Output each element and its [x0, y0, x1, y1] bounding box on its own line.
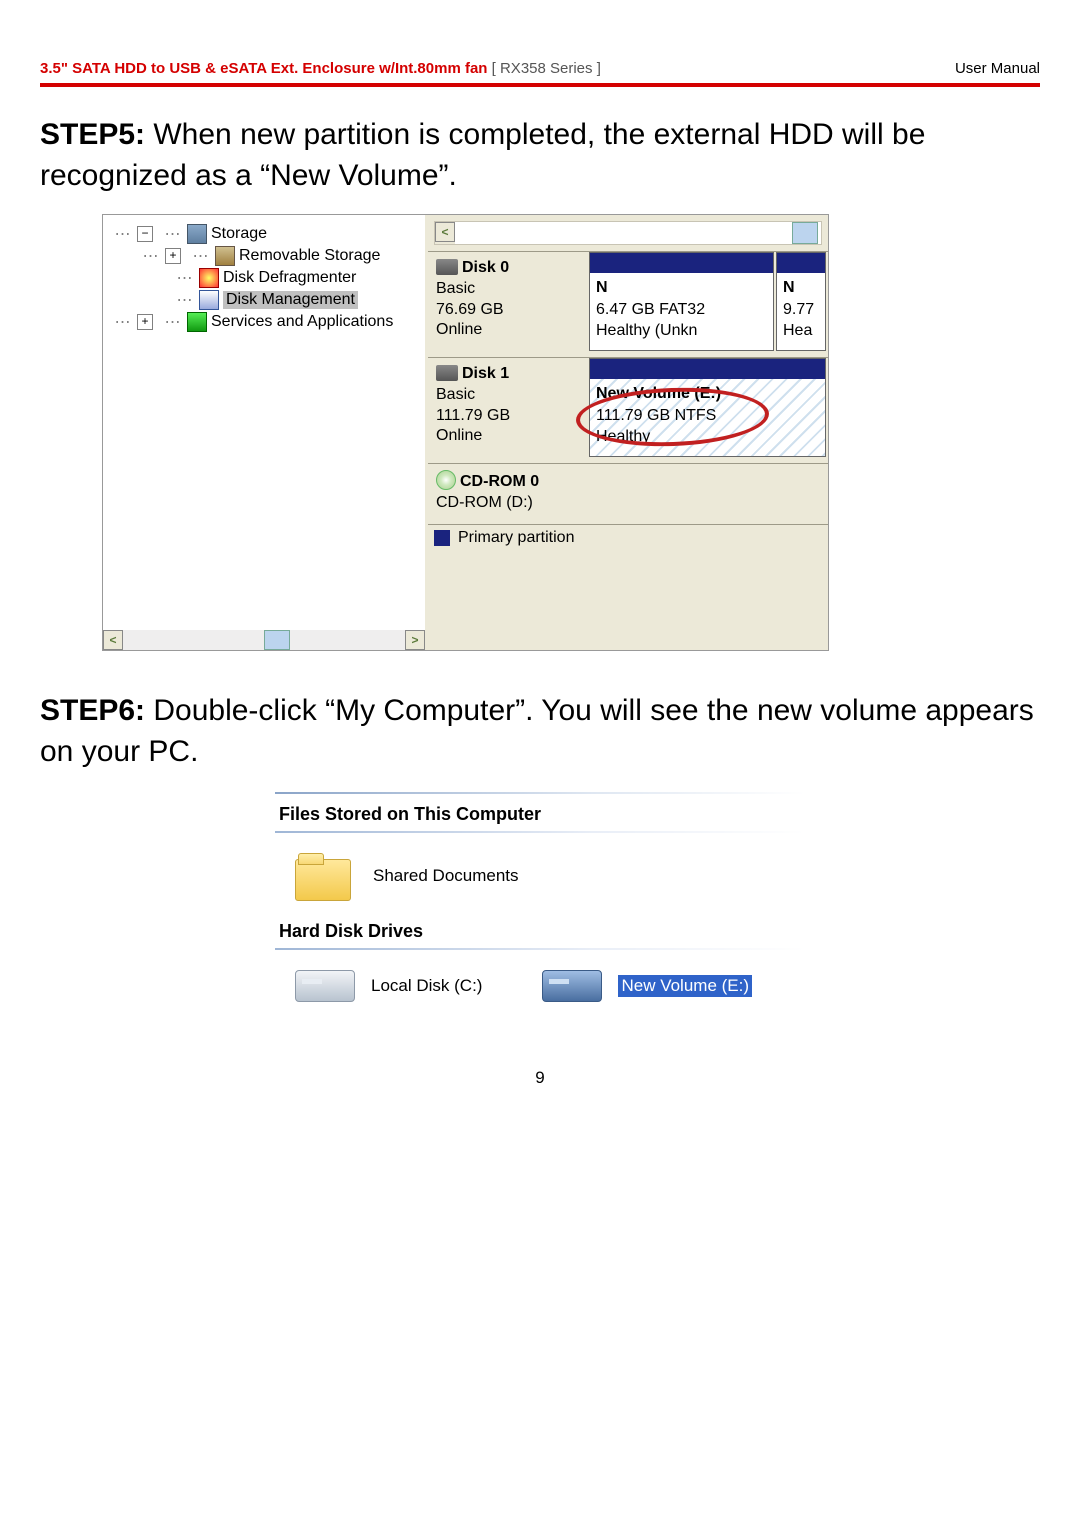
tree-services[interactable]: ⋯+⋯ Services and Applications	[107, 311, 421, 333]
disk0-type: Basic	[436, 279, 581, 300]
disk-management-icon	[199, 290, 219, 310]
tree-removable-label: Removable Storage	[239, 247, 380, 265]
header-title: 3.5" SATA HDD to USB & eSATA Ext. Enclos…	[40, 60, 487, 77]
scroll-left-icon[interactable]: <	[435, 222, 455, 242]
step5-paragraph: STEP5: When new partition is completed, …	[40, 115, 1040, 196]
folder-icon	[295, 853, 349, 899]
screenshot-disk-management: ⋯−⋯ Storage ⋯+⋯ Removable Storage ⋯ Disk…	[102, 214, 829, 651]
disk1-p1-size: 111.79 GB NTFS	[596, 405, 819, 427]
disk1-partition1[interactable]: New Volume (E:) 111.79 GB NTFS Healthy	[589, 358, 826, 457]
defragmenter-icon	[199, 268, 219, 288]
legend-swatch	[434, 530, 450, 546]
shared-documents-item[interactable]: Shared Documents	[275, 847, 805, 919]
tree-defragmenter[interactable]: ⋯ Disk Defragmenter	[107, 267, 421, 289]
disk0-p2-size: 9.77	[783, 299, 819, 321]
scroll-thumb[interactable]	[264, 630, 290, 650]
storage-icon	[187, 224, 207, 244]
tree-storage[interactable]: ⋯−⋯ Storage	[107, 223, 421, 245]
disk0-partition1[interactable]: N 6.47 GB FAT32 Healthy (Unkn	[589, 252, 774, 351]
disk1-status: Online	[436, 426, 581, 447]
drive-icon	[542, 970, 602, 1002]
cdrom-meta: CD-ROM 0 CD-ROM (D:)	[428, 464, 828, 524]
cdrom-icon	[436, 470, 456, 490]
disk1-type: Basic	[436, 385, 581, 406]
disk0-p2-name: N	[783, 277, 819, 299]
disk0-size: 76.69 GB	[436, 300, 581, 321]
disk-list-pane: < Disk 0 Basic 76.69 GB Online N	[428, 215, 828, 650]
tree-services-label: Services and Applications	[211, 313, 393, 331]
scroll-thumb[interactable]	[792, 222, 818, 244]
new-volume-item[interactable]: New Volume (E:)	[542, 970, 752, 1002]
cdrom-title: CD-ROM 0	[460, 473, 539, 490]
page-number: 9	[40, 1068, 1040, 1088]
legend: Primary partition	[428, 524, 828, 551]
disk1-title: Disk 1	[462, 365, 509, 382]
header-rule	[40, 83, 1040, 87]
section-hard-disk-drives: Hard Disk Drives	[275, 919, 805, 948]
disk1-row: Disk 1 Basic 111.79 GB Online New Volume…	[428, 357, 828, 463]
tree-pane: ⋯−⋯ Storage ⋯+⋯ Removable Storage ⋯ Disk…	[103, 215, 428, 650]
page-header: 3.5" SATA HDD to USB & eSATA Ext. Enclos…	[40, 60, 1040, 77]
header-right: User Manual	[955, 60, 1040, 77]
drive-icon	[295, 970, 355, 1002]
disk1-p1-status: Healthy	[596, 426, 819, 448]
step6-label: STEP6:	[40, 694, 145, 727]
disk0-meta: Disk 0 Basic 76.69 GB Online	[428, 252, 589, 357]
tree-defrag-label: Disk Defragmenter	[223, 269, 356, 287]
tree-storage-label: Storage	[211, 225, 267, 243]
step5-label: STEP5:	[40, 118, 145, 151]
disk-icon	[436, 365, 458, 381]
new-volume-label: New Volume (E:)	[618, 975, 752, 997]
step6-paragraph: STEP6: Double-click “My Computer”. You w…	[40, 691, 1040, 772]
step5-text: When new partition is completed, the ext…	[40, 118, 925, 192]
disk-icon	[436, 259, 458, 275]
removable-storage-icon	[215, 246, 235, 266]
legend-label: Primary partition	[458, 529, 574, 547]
disk0-p1-status: Healthy (Unkn	[596, 320, 767, 342]
step6-text: Double-click “My Computer”. You will see…	[40, 694, 1034, 768]
disk1-size: 111.79 GB	[436, 406, 581, 427]
disk0-p1-size: 6.47 GB FAT32	[596, 299, 767, 321]
cdrom-letter: CD-ROM (D:)	[436, 493, 820, 514]
disk0-p1-name: N	[596, 277, 767, 299]
services-icon	[187, 312, 207, 332]
cdrom-row: CD-ROM 0 CD-ROM (D:)	[428, 463, 828, 524]
disk0-row: Disk 0 Basic 76.69 GB Online N 6.47 GB F…	[428, 251, 828, 357]
header-series: [ RX358 Series ]	[492, 60, 601, 77]
section-files-stored: Files Stored on This Computer	[275, 802, 805, 831]
shared-documents-label: Shared Documents	[373, 866, 519, 886]
scroll-left-icon[interactable]: <	[103, 630, 123, 650]
tree-removable-storage[interactable]: ⋯+⋯ Removable Storage	[107, 245, 421, 267]
tree-scrollbar[interactable]: < >	[103, 629, 425, 650]
scroll-track[interactable]	[123, 630, 405, 650]
disk0-p2-status: Hea	[783, 320, 819, 342]
screenshot-my-computer: Files Stored on This Computer Shared Doc…	[275, 792, 805, 1022]
scroll-right-icon[interactable]: >	[405, 630, 425, 650]
disk1-p1-name: New Volume (E:)	[596, 383, 819, 405]
tree-mgmt-label: Disk Management	[223, 291, 358, 309]
local-disk-item[interactable]: Local Disk (C:)	[295, 970, 482, 1002]
tree-disk-management[interactable]: ⋯ Disk Management	[107, 289, 421, 311]
top-scrollbar[interactable]: <	[434, 221, 822, 245]
local-disk-label: Local Disk (C:)	[371, 976, 482, 996]
disk1-meta: Disk 1 Basic 111.79 GB Online	[428, 358, 589, 463]
disk0-partition2[interactable]: N 9.77 Hea	[776, 252, 826, 351]
disk0-status: Online	[436, 320, 581, 341]
disk0-title: Disk 0	[462, 259, 509, 276]
